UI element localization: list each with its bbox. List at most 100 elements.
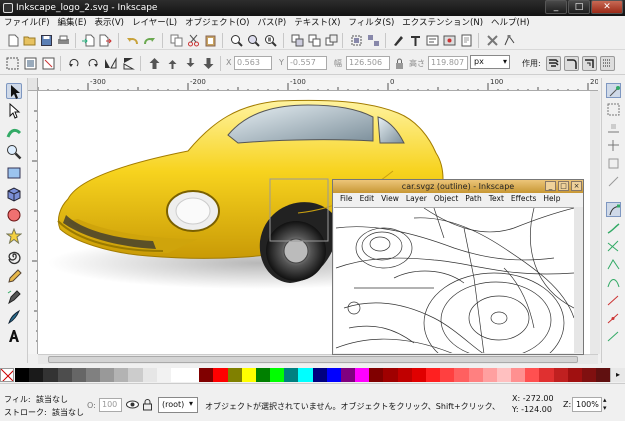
color-swatch[interactable]: [525, 368, 540, 382]
color-swatch[interactable]: [199, 368, 214, 382]
snap-bbox-icon[interactable]: [606, 102, 621, 117]
snap-bbox-centers-icon[interactable]: [606, 174, 621, 189]
color-swatch[interactable]: [156, 368, 171, 382]
color-swatch[interactable]: [213, 368, 228, 382]
color-swatch[interactable]: [596, 368, 611, 382]
text-font-icon[interactable]: [409, 34, 422, 47]
color-swatch[interactable]: [29, 368, 44, 382]
color-swatch[interactable]: [57, 368, 72, 382]
color-palette[interactable]: [15, 368, 611, 382]
zoom-selection-icon[interactable]: [230, 34, 243, 47]
zoom-tool-icon[interactable]: [6, 144, 22, 160]
popup-vertical-scrollbar[interactable]: [574, 207, 583, 353]
save-icon[interactable]: [40, 34, 53, 47]
clone-icon[interactable]: [308, 34, 321, 47]
popup-menu-effects[interactable]: Effects: [511, 193, 537, 205]
fill-stroke-icon[interactable]: [392, 34, 405, 47]
color-swatch[interactable]: [468, 368, 483, 382]
redo-icon[interactable]: [143, 34, 156, 47]
import-icon[interactable]: [82, 34, 95, 47]
export-icon[interactable]: [99, 34, 112, 47]
no-paint-swatch[interactable]: [0, 368, 14, 382]
zoom-field[interactable]: 100%: [572, 397, 602, 412]
color-swatch[interactable]: [185, 368, 200, 382]
undo-icon[interactable]: [126, 34, 139, 47]
color-swatch[interactable]: [85, 368, 101, 382]
menu-help[interactable]: ヘルプ(H): [491, 16, 530, 30]
horizontal-ruler[interactable]: -300 -200 -100 0 100 200: [38, 78, 598, 91]
menu-view[interactable]: 表示(V): [95, 16, 124, 30]
menu-layer[interactable]: レイヤー(L): [132, 16, 177, 30]
menu-file[interactable]: ファイル(F): [4, 16, 50, 30]
color-swatch[interactable]: [227, 368, 242, 382]
select-all-layers-icon[interactable]: [24, 57, 37, 70]
width-field[interactable]: 126.506: [346, 56, 390, 70]
color-swatch[interactable]: [511, 368, 526, 382]
hscroll-thumb[interactable]: [48, 356, 578, 363]
3d-box-tool-icon[interactable]: [6, 186, 22, 202]
color-swatch[interactable]: [114, 368, 129, 382]
move-patterns-icon[interactable]: [600, 56, 615, 71]
color-swatch[interactable]: [71, 368, 86, 382]
snap-cusp-nodes-icon[interactable]: [606, 257, 621, 272]
outline-canvas[interactable]: [334, 207, 574, 353]
align-distribute-icon[interactable]: [443, 34, 456, 47]
text-tool-icon[interactable]: [6, 328, 22, 344]
ungroup-icon[interactable]: [367, 34, 380, 47]
menu-path[interactable]: パス(P): [257, 16, 286, 30]
maximize-button[interactable]: □: [568, 0, 590, 14]
snap-midpoints-icon[interactable]: [606, 293, 621, 308]
rotate-cw-icon[interactable]: [86, 57, 99, 70]
color-swatch[interactable]: [15, 368, 30, 382]
stroke-value[interactable]: 該当なし: [52, 407, 84, 418]
snap-smooth-nodes-icon[interactable]: [606, 275, 621, 290]
popup-menu-layer[interactable]: Layer: [406, 193, 427, 205]
snap-intersections-icon[interactable]: [606, 239, 621, 254]
select-all-icon[interactable]: [6, 57, 19, 70]
color-swatch[interactable]: [43, 368, 58, 382]
new-document-icon[interactable]: [7, 34, 20, 47]
color-swatch[interactable]: [397, 368, 412, 382]
pencil-tool-icon[interactable]: [6, 269, 22, 285]
popup-minimize-button[interactable]: _: [545, 181, 556, 191]
paste-icon[interactable]: [204, 34, 217, 47]
color-swatch[interactable]: [567, 368, 582, 382]
color-swatch[interactable]: [340, 368, 356, 382]
enable-snapping-icon[interactable]: [606, 83, 621, 98]
color-swatch[interactable]: [425, 368, 441, 382]
popup-menu-file[interactable]: File: [340, 193, 353, 205]
document-properties-icon[interactable]: [460, 34, 473, 47]
ellipse-tool-icon[interactable]: [6, 207, 22, 223]
palette-scroll[interactable]: ▸: [610, 368, 625, 382]
layer-dropdown-icon[interactable]: ▾: [189, 399, 193, 408]
move-gradients-icon[interactable]: [582, 56, 597, 71]
color-swatch[interactable]: [142, 368, 157, 382]
color-swatch[interactable]: [100, 368, 115, 382]
color-swatch[interactable]: [539, 368, 554, 382]
pen-tool-icon[interactable]: [6, 289, 22, 305]
cut-icon[interactable]: [187, 34, 200, 47]
color-swatch[interactable]: [270, 368, 285, 382]
popup-menu-text[interactable]: Text: [489, 193, 504, 205]
rotate-ccw-icon[interactable]: [68, 57, 81, 70]
zoom-drawing-icon[interactable]: [247, 34, 260, 47]
popup-menu-path[interactable]: Path: [465, 193, 481, 205]
open-folder-icon[interactable]: [23, 34, 36, 47]
canvas-horizontal-scrollbar[interactable]: [38, 354, 598, 364]
flip-horizontal-icon[interactable]: [104, 57, 117, 70]
duplicate-icon[interactable]: [291, 34, 304, 47]
print-icon[interactable]: [57, 34, 70, 47]
color-swatch[interactable]: [482, 368, 497, 382]
menu-filters[interactable]: フィルタ(S): [348, 16, 394, 30]
snap-bbox-corners-icon[interactable]: [606, 138, 621, 153]
y-field[interactable]: -0.557: [287, 56, 327, 70]
color-swatch[interactable]: [241, 368, 256, 382]
rectangle-tool-icon[interactable]: [6, 165, 22, 181]
spiral-tool-icon[interactable]: [6, 249, 22, 265]
popup-menu-help[interactable]: Help: [543, 193, 560, 205]
menu-object[interactable]: オブジェクト(O): [185, 16, 249, 30]
color-swatch[interactable]: [326, 368, 341, 382]
raise-icon[interactable]: [166, 57, 179, 70]
node-tool-icon[interactable]: [6, 103, 22, 119]
menu-edit[interactable]: 編集(E): [58, 16, 87, 30]
